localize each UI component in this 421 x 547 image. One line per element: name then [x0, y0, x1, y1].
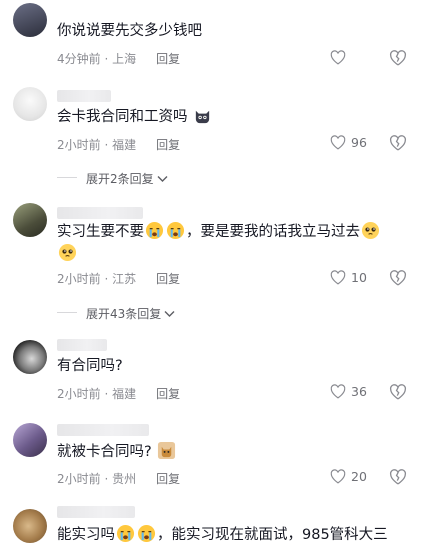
pleading-emoji-icon	[361, 221, 380, 240]
broken-heart-icon[interactable]	[389, 469, 407, 485]
pleading-emoji-icon	[58, 243, 77, 262]
avatar[interactable]	[13, 340, 47, 374]
crying-emoji-icon	[166, 221, 185, 240]
like-button[interactable]	[330, 50, 346, 65]
comment-text: 实习生要不要 ，要是要我的话我立马过去	[57, 221, 381, 243]
chevron-down-icon	[157, 175, 168, 182]
heart-outline-icon	[330, 469, 346, 484]
username-blurred[interactable]	[57, 506, 135, 518]
avatar[interactable]	[13, 423, 47, 457]
expand-replies-button[interactable]: 展开2条回复	[57, 170, 168, 187]
broken-heart-icon[interactable]	[389, 384, 407, 400]
crying-emoji-icon	[116, 524, 135, 543]
comment-text: 会卡我合同和工资吗	[57, 106, 213, 128]
cat-sticker-icon	[158, 441, 176, 460]
like-button[interactable]: 20	[330, 469, 367, 484]
like-button[interactable]: 36	[330, 384, 367, 399]
crying-emoji-icon	[137, 524, 156, 543]
comment-meta: 2小时前 · 福建 回复	[57, 138, 181, 152]
broken-heart-icon[interactable]	[389, 50, 407, 66]
like-count: 10	[351, 270, 367, 285]
comment-time: 4分钟前	[57, 52, 101, 66]
chevron-down-icon	[164, 310, 175, 317]
like-count: 36	[351, 384, 367, 399]
comment-text: 能实习吗 ，能实习现在就面试，985管科大三	[57, 524, 388, 546]
heart-outline-icon	[330, 135, 346, 150]
heart-outline-icon	[330, 384, 346, 399]
like-button[interactable]: 96	[330, 135, 367, 150]
username-blurred[interactable]	[57, 90, 111, 102]
heart-outline-icon	[330, 50, 346, 65]
crying-emoji-icon	[145, 221, 164, 240]
like-button[interactable]: 10	[330, 270, 367, 285]
cat-emoji-icon	[195, 110, 210, 124]
reply-button[interactable]: 回复	[156, 52, 180, 66]
username-blurred[interactable]	[57, 424, 149, 436]
comment-text: 就被卡合同吗?	[57, 441, 177, 463]
avatar[interactable]	[13, 509, 47, 543]
expand-replies-button[interactable]: 展开43条回复	[57, 305, 175, 322]
username-blurred[interactable]	[57, 207, 143, 219]
avatar[interactable]	[13, 203, 47, 237]
username-blurred[interactable]	[57, 339, 107, 351]
avatar[interactable]	[13, 3, 47, 37]
divider-line	[57, 177, 77, 178]
divider-line	[57, 312, 77, 313]
comment-meta: 2小时前 · 福建 回复	[57, 387, 181, 401]
comment-text: 有合同吗?	[57, 358, 123, 374]
comment-meta: 2小时前 · 贵州 回复	[57, 472, 181, 486]
reply-button[interactable]: 回复	[156, 387, 180, 401]
broken-heart-icon[interactable]	[389, 135, 407, 151]
comment-meta: 2小时前 · 江苏 回复	[57, 272, 181, 286]
reply-button[interactable]: 回复	[156, 272, 180, 286]
like-count: 96	[351, 135, 367, 150]
heart-outline-icon	[330, 270, 346, 285]
reply-button[interactable]: 回复	[156, 472, 180, 486]
comment-meta: 4分钟前 · 上海 回复	[57, 52, 181, 66]
broken-heart-icon[interactable]	[389, 270, 407, 286]
comment-location: 上海	[112, 52, 137, 66]
reply-button[interactable]: 回复	[156, 138, 180, 152]
comment-text: 你说说要先交多少钱吧	[57, 23, 202, 39]
avatar[interactable]	[13, 87, 47, 121]
like-count: 20	[351, 469, 367, 484]
